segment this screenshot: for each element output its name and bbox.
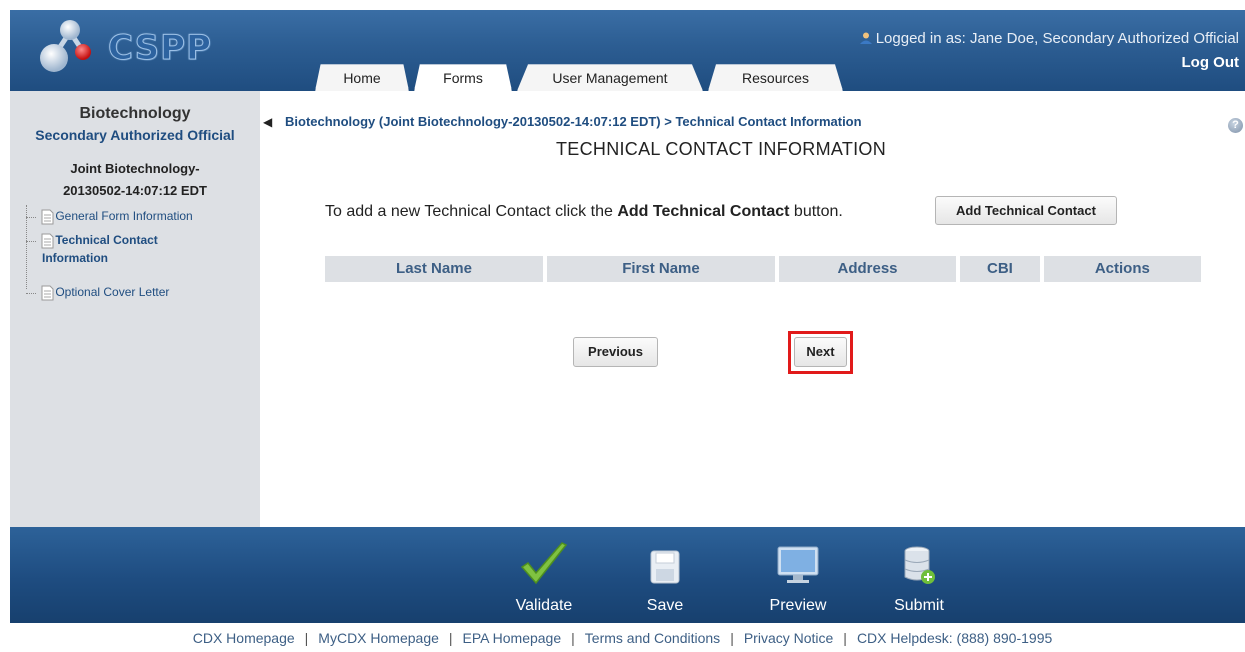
floppy-disk-icon — [650, 550, 680, 584]
footer-link-helpdesk[interactable]: CDX Helpdesk: (888) 890-1995 — [857, 630, 1052, 646]
separator: | — [730, 630, 734, 646]
collapse-sidebar-icon[interactable]: ◀ — [263, 115, 272, 129]
sidebar-item-technical-contact-information[interactable]: Technical Contact Information — [26, 233, 158, 265]
footer-link-mycdx-homepage[interactable]: MyCDX Homepage — [318, 630, 439, 646]
document-icon — [41, 209, 54, 225]
footer-links: CDX Homepage | MyCDX Homepage | EPA Homepage… — [0, 630, 1245, 646]
instruction-text: To add a new Technical Contact click the… — [325, 203, 843, 221]
save-label: Save — [646, 597, 684, 614]
column-header-last-name[interactable]: Last Name — [325, 256, 543, 282]
separator: | — [843, 630, 847, 646]
sidebar-item-label: Optional Cover Letter — [55, 285, 170, 300]
save-button[interactable]: Save — [630, 539, 700, 615]
help-icon[interactable]: ? — [1228, 118, 1243, 133]
sidebar-item-optional-cover-letter[interactable]: Optional Cover Letter — [26, 285, 169, 301]
separator: | — [448, 630, 453, 646]
checkmark-icon — [520, 542, 568, 585]
page-title: TECHNICAL CONTACT INFORMATION — [556, 139, 887, 159]
action-toolbar: Validate Save Preview Submit — [10, 527, 1245, 623]
tree-connector — [26, 292, 36, 294]
sidebar-item-label-line2: Information — [42, 251, 108, 265]
instruction-post: button. — [789, 203, 843, 220]
tab-resources[interactable]: Resources — [708, 64, 843, 91]
tab-user-management[interactable]: User Management — [517, 64, 703, 91]
sidebar-title: Biotechnology — [79, 105, 191, 122]
login-status: Logged in as: Jane Doe, Secondary Author… — [859, 30, 1239, 47]
monitor-icon — [777, 546, 819, 583]
column-header-first-name[interactable]: First Name — [546, 256, 775, 282]
logo-text: CSPP — [108, 28, 212, 69]
separator: | — [571, 630, 575, 646]
footer-link-cdx-homepage[interactable]: CDX Homepage — [193, 630, 295, 646]
logout-link[interactable]: Log Out — [1182, 54, 1239, 71]
submit-button[interactable]: Submit — [884, 539, 954, 615]
tab-forms[interactable]: Forms — [414, 64, 512, 91]
database-add-icon — [904, 546, 935, 584]
preview-button[interactable]: Preview — [758, 539, 838, 615]
page: CSPP Logged in as: Jane Doe, Secondary A… — [0, 0, 1245, 652]
footer-link-epa-homepage[interactable]: EPA Homepage — [463, 630, 562, 646]
add-technical-contact-button[interactable]: Add Technical Contact — [935, 196, 1117, 225]
column-header-cbi[interactable]: CBI — [960, 256, 1040, 282]
molecule-icon — [40, 20, 91, 72]
validate-label: Validate — [515, 597, 573, 614]
sidebar-form-name: Joint Biotechnology- — [70, 161, 200, 176]
column-header-address[interactable]: Address — [778, 256, 957, 282]
sidebar-form-date: 20130502-14:07:12 EDT — [63, 183, 207, 198]
document-icon — [41, 285, 54, 301]
tree-connector — [26, 216, 36, 218]
previous-button[interactable]: Previous — [573, 337, 658, 367]
tab-home[interactable]: Home — [315, 64, 409, 91]
footer-link-privacy[interactable]: Privacy Notice — [744, 630, 833, 646]
contacts-table-header: Last Name First Name Address CBI Actions — [325, 256, 1201, 282]
sidebar-item-label: Technical Contact — [55, 233, 158, 248]
instruction-pre: To add a new Technical Contact click the — [325, 203, 618, 220]
instruction-bold: Add Technical Contact — [617, 203, 790, 220]
footer-link-terms[interactable]: Terms and Conditions — [585, 630, 720, 646]
logged-in-text: Logged in as: Jane Doe, Secondary Author… — [875, 30, 1239, 47]
sidebar-role: Secondary Authorized Official — [35, 127, 235, 143]
validate-button[interactable]: Validate — [504, 539, 584, 615]
header-bar: CSPP Logged in as: Jane Doe, Secondary A… — [10, 10, 1245, 91]
user-icon — [859, 32, 872, 44]
document-icon — [41, 233, 54, 249]
tree-connector — [26, 240, 36, 242]
breadcrumb[interactable]: Biotechnology (Joint Biotechnology-20130… — [285, 114, 862, 129]
cspp-logo[interactable]: CSPP — [30, 12, 220, 76]
column-header-actions[interactable]: Actions — [1043, 256, 1201, 282]
submit-label: Submit — [894, 597, 944, 614]
preview-label: Preview — [769, 597, 827, 614]
sidebar-item-general-form-information[interactable]: General Form Information — [26, 209, 193, 225]
next-button[interactable]: Next — [794, 337, 847, 367]
sidebar: Biotechnology Secondary Authorized Offic… — [10, 91, 260, 527]
sidebar-item-label: General Form Information — [55, 209, 193, 224]
separator: | — [304, 630, 309, 646]
